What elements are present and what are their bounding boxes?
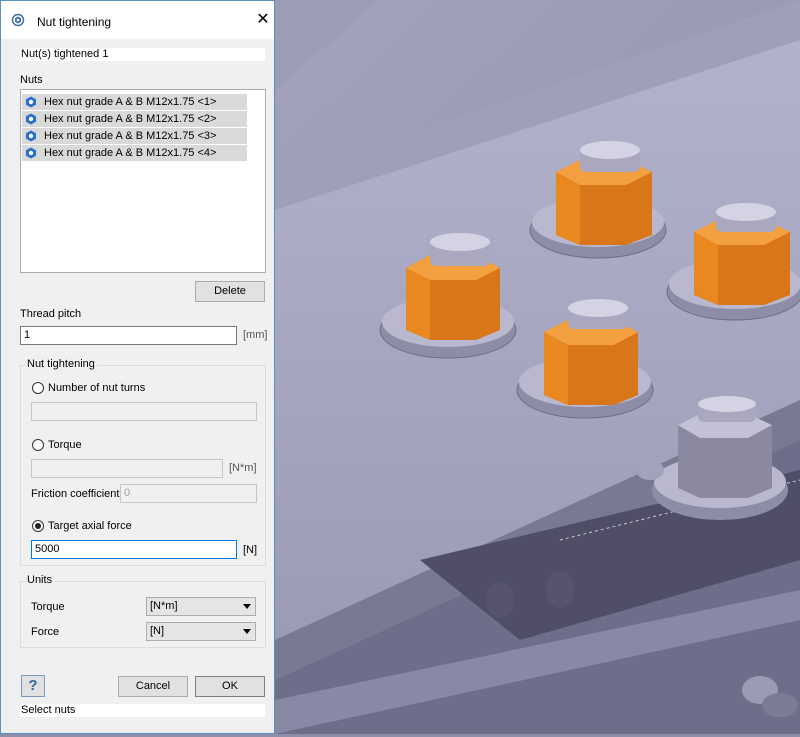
thread-pitch-label: Thread pitch — [20, 308, 82, 320]
number-of-turns-label: Number of nut turns — [48, 382, 146, 394]
hex-nut-icon — [26, 96, 36, 108]
torque-unit-select[interactable]: [N*m] — [146, 597, 256, 616]
nut-tightening-icon — [11, 13, 25, 27]
title-bar[interactable]: Nut tightening ✕ — [1, 1, 274, 39]
torque-unit: [N*m] — [229, 462, 257, 474]
friction-coefficient-label: Friction coefficient — [31, 488, 120, 500]
axial-force-unit: [N] — [243, 544, 258, 556]
number-of-turns-input[interactable] — [31, 402, 257, 421]
friction-coefficient-input[interactable]: 0 — [120, 484, 257, 503]
thread-pitch-input[interactable]: 1 — [20, 326, 237, 345]
force-unit-select[interactable]: [N] — [146, 622, 256, 641]
nuts-label: Nuts — [20, 74, 43, 86]
nut-name: Hex nut grade A & B M12x1.75 <1> — [44, 96, 217, 108]
close-icon[interactable]: ✕ — [253, 10, 273, 30]
target-axial-force-radio[interactable] — [32, 520, 44, 532]
chevron-down-icon — [243, 604, 251, 609]
target-axial-force-input[interactable]: 5000 — [31, 540, 237, 559]
list-item[interactable]: Hex nut grade A & B M12x1.75 <2> — [22, 111, 247, 127]
units-torque-label: Torque — [31, 601, 65, 613]
target-axial-force-label: Target axial force — [48, 520, 132, 532]
ok-button[interactable]: OK — [195, 676, 265, 697]
thread-pitch-unit: [mm] — [243, 329, 268, 341]
force-unit-value: [N] — [150, 625, 165, 637]
torque-label: Torque — [48, 439, 82, 451]
chevron-down-icon — [243, 629, 251, 634]
cancel-button[interactable]: Cancel — [118, 676, 188, 697]
list-item[interactable]: Hex nut grade A & B M12x1.75 <3> — [22, 128, 247, 144]
torque-unit-value: [N*m] — [150, 600, 178, 612]
hex-nut-icon — [26, 130, 36, 142]
nut-name: Hex nut grade A & B M12x1.75 <4> — [44, 147, 217, 159]
hex-nut-icon — [26, 113, 36, 125]
info-message: Nut(s) tightened 1 — [20, 48, 265, 61]
units-group-title: Units — [25, 574, 55, 586]
number-of-turns-radio[interactable] — [32, 382, 44, 394]
help-button[interactable]: ? — [21, 675, 45, 697]
hex-nut-icon — [26, 147, 36, 159]
list-item[interactable]: Hex nut grade A & B M12x1.75 <4> — [22, 145, 247, 161]
nut-tightening-dialog: Nut tightening ✕ Nut(s) tightened 1 Nuts… — [0, 0, 275, 734]
torque-input[interactable] — [31, 459, 223, 478]
torque-radio[interactable] — [32, 439, 44, 451]
delete-button[interactable]: Delete — [195, 281, 265, 302]
status-bar: Select nuts — [20, 704, 265, 717]
list-item[interactable]: Hex nut grade A & B M12x1.75 <1> — [22, 94, 247, 110]
nut-name: Hex nut grade A & B M12x1.75 <3> — [44, 130, 217, 142]
nut-name: Hex nut grade A & B M12x1.75 <2> — [44, 113, 217, 125]
units-force-label: Force — [31, 626, 60, 638]
dialog-title: Nut tightening — [37, 15, 112, 29]
nut-tightening-group-title: Nut tightening — [25, 358, 97, 370]
